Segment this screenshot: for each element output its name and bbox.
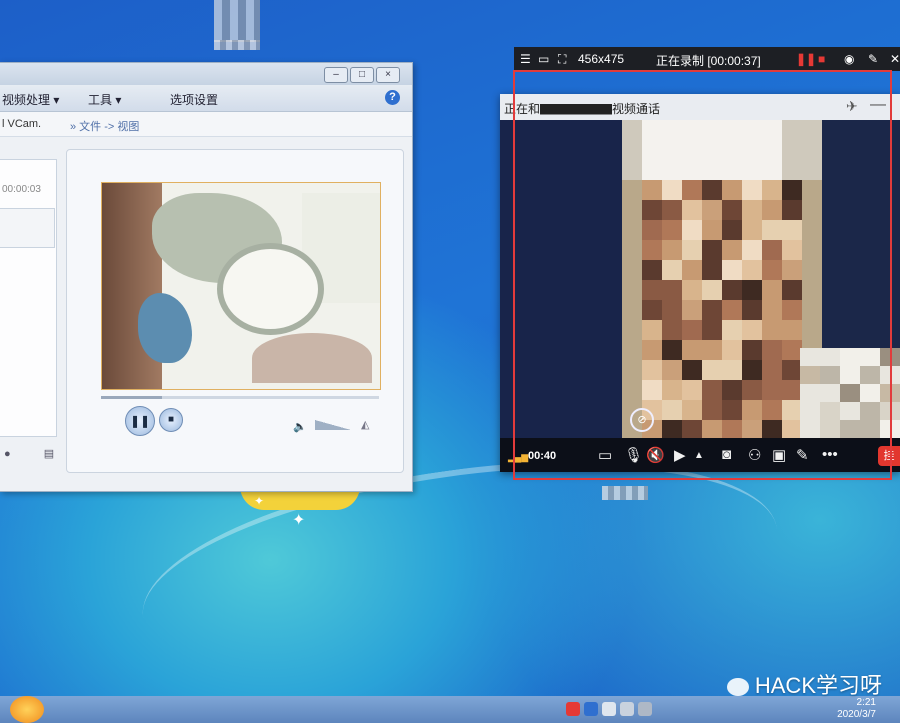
player-side-pane: 00:00:03 [0, 159, 57, 437]
breadcrumb[interactable]: » 文件 -> 视图 [70, 118, 139, 134]
recorder-stop-button[interactable]: ■ [818, 52, 825, 66]
tray-help-icon[interactable] [584, 702, 598, 716]
recording-resolution: 456x475 [578, 52, 625, 66]
tray-misc-icon[interactable] [638, 702, 652, 716]
video-preview [101, 182, 381, 390]
watermark: HACK学习呀 [726, 668, 882, 700]
recorder-pause-button[interactable]: ❚❚ [796, 52, 816, 66]
player-titlebar[interactable]: – □ × [0, 63, 412, 85]
taskbar: 2:21 2020/3/7 [0, 696, 900, 723]
recorder-toolbar: ☰ ▭ ⛶ 456x475 正在录制 [00:00:37] ❚❚ ■ ◉ ✎ ✕ [514, 47, 900, 71]
minimize-button[interactable]: – [324, 67, 348, 83]
tray-app-icon[interactable] [566, 702, 580, 716]
source-name: l VCam. [2, 118, 42, 130]
video-panel: ❚❚ ■ 🔈 ◭ [66, 149, 404, 473]
maximize-button[interactable]: □ [350, 67, 374, 83]
menu-tools[interactable]: 工具 ▾ [88, 91, 121, 108]
recording-region-frame[interactable] [513, 70, 892, 480]
playback-progress[interactable] [101, 396, 379, 399]
recording-status: 正在录制 [00:00:37] [656, 54, 761, 68]
status-list-icon[interactable]: ▤ [44, 448, 54, 460]
player-status-icons: ● ▤ [4, 447, 54, 460]
volume-slider[interactable] [315, 420, 351, 430]
pause-button[interactable]: ❚❚ [125, 406, 155, 436]
sparkle-icon: ✦ [254, 494, 265, 508]
pen-icon[interactable]: ✎ [868, 52, 878, 66]
start-button[interactable] [10, 696, 44, 723]
volume-max-icon: ◭ [361, 419, 370, 431]
menu-video-processing[interactable]: 视频处理 ▾ [2, 91, 59, 108]
wechat-icon [726, 678, 749, 697]
close-button[interactable]: × [376, 67, 400, 83]
volume-icon[interactable]: 🔈 [293, 420, 307, 433]
camera-icon[interactable]: ◉ [844, 52, 854, 66]
desktop-shortcut-icon[interactable] [214, 0, 260, 42]
menu-icon[interactable]: ☰ [520, 52, 531, 66]
player-menubar: 视频处理 ▾ 工具 ▾ 选项设置 ? [0, 85, 412, 112]
status-dot-icon: ● [4, 448, 11, 460]
sparkle-icon: ✦ [292, 512, 306, 529]
stop-button[interactable]: ■ [159, 408, 183, 432]
desktop-shortcut-label [602, 486, 648, 500]
help-icon[interactable]: ? [385, 90, 400, 105]
taskbar-clock[interactable]: 2:21 2020/3/7 [837, 697, 876, 721]
side-pane-item[interactable] [0, 208, 55, 248]
player-window: – □ × 视频处理 ▾ 工具 ▾ 选项设置 ? l VCam. » 文件 ->… [0, 62, 413, 492]
playback-progress-fill [101, 396, 163, 399]
crop-icon[interactable]: ⛶ [558, 52, 566, 67]
window-icon[interactable]: ▭ [538, 52, 549, 66]
watermark-text: HACK学习呀 [754, 673, 882, 698]
player-address-bar: l VCam. » 文件 -> 视图 [0, 112, 412, 137]
tray-volume-icon[interactable] [620, 702, 634, 716]
desktop-shortcut-label [214, 40, 260, 50]
recorder-close-button[interactable]: ✕ [890, 52, 900, 66]
tray-network-icon[interactable] [602, 702, 616, 716]
side-pane-time: 00:00:03 [2, 184, 41, 195]
clock-date: 2020/3/7 [837, 709, 876, 720]
menu-options[interactable]: 选项设置 [170, 91, 218, 108]
